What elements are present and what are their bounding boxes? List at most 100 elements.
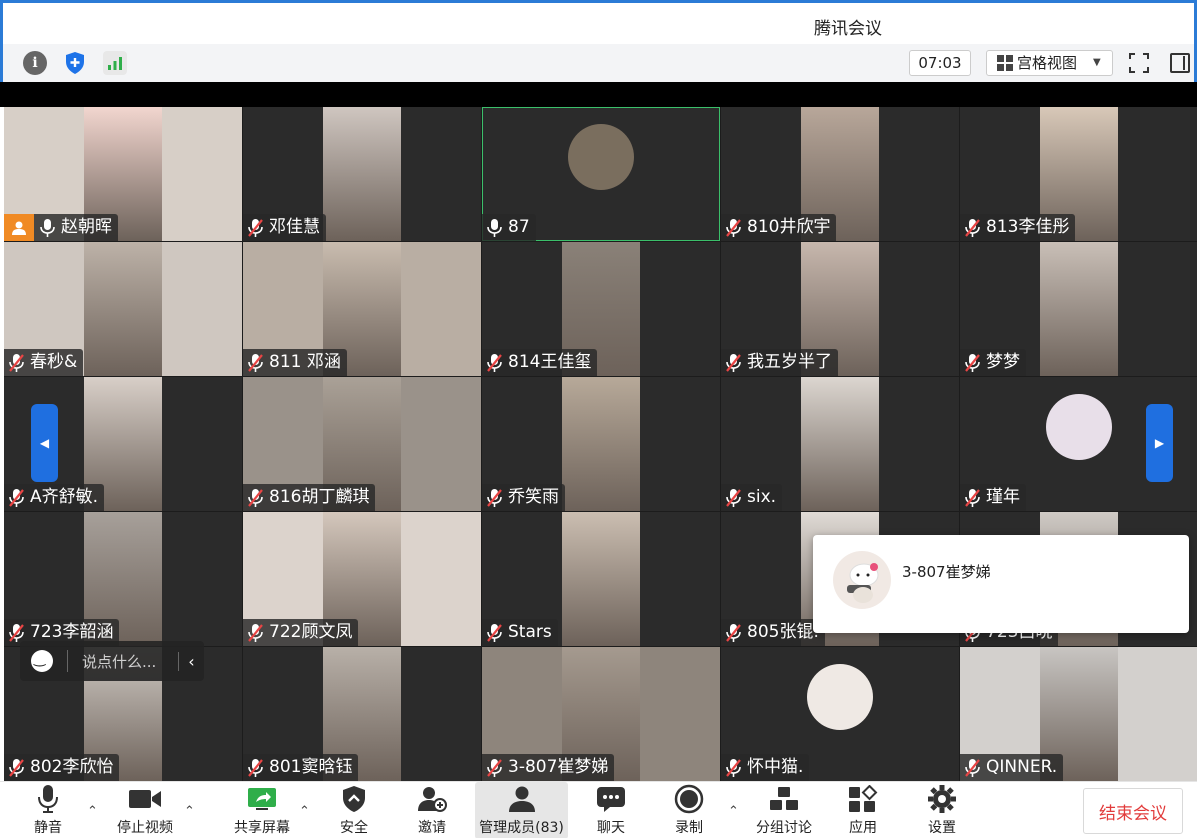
participant-tile[interactable]: 801窦晗钰: [243, 647, 481, 781]
invite-button[interactable]: 邀请: [412, 782, 452, 838]
apps-label: 应用: [849, 820, 877, 836]
breakout-label: 分组讨论: [756, 820, 812, 836]
participant-namebar: 722顾文凤: [243, 619, 359, 646]
participant-name: 805张锟.: [747, 622, 819, 642]
participant-video: [562, 512, 640, 646]
settings-label: 设置: [928, 820, 956, 836]
participant-video: [84, 242, 162, 376]
view-mode-label: 宫格视图: [1017, 54, 1078, 72]
participant-tile[interactable]: 814王佳玺: [482, 242, 720, 376]
participant-namebar: 赵朝晖: [4, 214, 118, 241]
end-meeting-button[interactable]: 结束会议: [1083, 788, 1183, 834]
participant-tile[interactable]: QINNER.: [960, 647, 1197, 781]
participant-tile[interactable]: 梦梦: [960, 242, 1197, 376]
settings-button[interactable]: 设置: [922, 782, 962, 838]
security-label: 安全: [340, 820, 368, 836]
share-screen-label: 共享屏幕: [234, 820, 290, 836]
share-options-chevron-icon[interactable]: ⌃: [299, 804, 310, 819]
collapse-icon[interactable]: ‹: [178, 651, 204, 671]
participant-namebar: 813李佳彤: [960, 214, 1076, 241]
participant-namebar: 春秒&: [4, 349, 84, 376]
participant-name: 怀中猫.: [747, 757, 804, 777]
mute-button[interactable]: 静音: [28, 782, 68, 838]
participant-name: 3-807崔梦娣: [508, 757, 609, 777]
participant-name: 瑾年: [986, 487, 1020, 507]
window-title: 腾讯会议: [814, 19, 882, 39]
participant-tile[interactable]: 816胡丁麟琪: [243, 377, 481, 511]
participant-tile[interactable]: 邓佳慧: [243, 107, 481, 241]
previous-page-arrow-icon[interactable]: ◀: [31, 404, 58, 482]
security-button[interactable]: 安全: [334, 782, 374, 838]
participant-tile[interactable]: 87: [482, 107, 720, 241]
participant-namebar: 814王佳玺: [482, 349, 598, 376]
participant-name: 春秒&: [30, 352, 78, 372]
meeting-window: 腾讯会议 i 07:03 宫格视图 ▼ 赵朝晖 邓佳慧 87 810井欣宇 813李佳彤…: [0, 0, 1197, 838]
participant-tile[interactable]: 813李佳彤: [960, 107, 1197, 241]
manage-members-button[interactable]: 管理成员(83): [475, 782, 568, 838]
microphone-muted-icon: [964, 218, 981, 238]
participant-avatar: [568, 124, 634, 190]
members-icon: [505, 783, 539, 815]
mute-options-chevron-icon[interactable]: ⌃: [87, 804, 98, 819]
participant-tile[interactable]: 723李韶涵: [4, 512, 242, 646]
participant-video: [1040, 242, 1118, 376]
participant-namebar: 810井欣宇: [721, 214, 837, 241]
record-label: 录制: [675, 820, 703, 836]
participant-tile[interactable]: 怀中猫.: [721, 647, 959, 781]
microphone-muted-icon: [486, 353, 503, 373]
view-mode-dropdown[interactable]: 宫格视图 ▼: [986, 50, 1113, 76]
participant-name: 邓佳慧: [269, 217, 320, 237]
participant-namebar: 梦梦: [960, 349, 1026, 376]
participant-namebar: 瑾年: [960, 484, 1026, 511]
participant-tile[interactable]: 810井欣宇: [721, 107, 959, 241]
chat-button[interactable]: 聊天: [591, 782, 631, 838]
sidebar-toggle-icon[interactable]: [1170, 53, 1190, 73]
next-page-arrow-icon[interactable]: ▶: [1146, 404, 1173, 482]
breakout-rooms-button[interactable]: 分组讨论: [753, 782, 815, 838]
participant-name: 87: [508, 217, 530, 237]
quick-chat-bar[interactable]: 说点什么... ‹: [20, 641, 204, 681]
participant-name: 722顾文凤: [269, 622, 353, 642]
participant-name: 乔笑雨: [508, 487, 559, 507]
participant-name: six.: [747, 487, 777, 507]
shield-icon[interactable]: [63, 51, 87, 75]
video-options-chevron-icon[interactable]: ⌃: [184, 804, 195, 819]
participant-name: 813李佳彤: [986, 217, 1070, 237]
participant-tile[interactable]: 春秒&: [4, 242, 242, 376]
microphone-muted-icon: [247, 488, 264, 508]
stop-video-label: 停止视频: [117, 820, 173, 836]
quick-chat-input[interactable]: 说点什么...: [82, 651, 178, 672]
signal-icon[interactable]: [103, 51, 127, 75]
participant-tile[interactable]: 811 邓涵: [243, 242, 481, 376]
apps-icon: [846, 783, 880, 815]
stop-video-button[interactable]: 停止视频: [113, 782, 177, 838]
video-camera-icon: [128, 783, 162, 815]
participant-tile[interactable]: 乔笑雨: [482, 377, 720, 511]
popup-avatar: [833, 551, 891, 609]
participant-tile[interactable]: 赵朝晖: [4, 107, 242, 241]
participant-tile[interactable]: 3-807崔梦娣: [482, 647, 720, 781]
participant-tile[interactable]: 我五岁半了: [721, 242, 959, 376]
record-options-chevron-icon[interactable]: ⌃: [728, 804, 739, 819]
share-screen-button[interactable]: 共享屏幕: [231, 782, 293, 838]
microphone-muted-icon: [8, 758, 25, 778]
fullscreen-icon[interactable]: [1129, 53, 1149, 73]
meeting-timer: 07:03: [909, 50, 971, 76]
participant-namebar: 怀中猫.: [721, 754, 810, 781]
participant-namebar: six.: [721, 484, 783, 511]
microphone-muted-icon: [486, 488, 503, 508]
chevron-down-icon: ▼: [1093, 57, 1101, 68]
meeting-info-bar: i 07:03 宫格视图 ▼: [0, 44, 1197, 82]
info-icon[interactable]: i: [23, 51, 47, 75]
participant-tile[interactable]: six.: [721, 377, 959, 511]
microphone-muted-icon: [725, 488, 742, 508]
participant-tile[interactable]: Stars: [482, 512, 720, 646]
participant-tile[interactable]: 722顾文凤: [243, 512, 481, 646]
record-button[interactable]: 录制: [669, 782, 709, 838]
apps-button[interactable]: 应用: [843, 782, 883, 838]
emoji-icon[interactable]: [31, 650, 53, 672]
top-strip: [0, 82, 1197, 107]
participant-namebar: 811 邓涵: [243, 349, 347, 376]
microphone-muted-icon: [964, 758, 981, 778]
microphone-muted-icon: [8, 353, 25, 373]
